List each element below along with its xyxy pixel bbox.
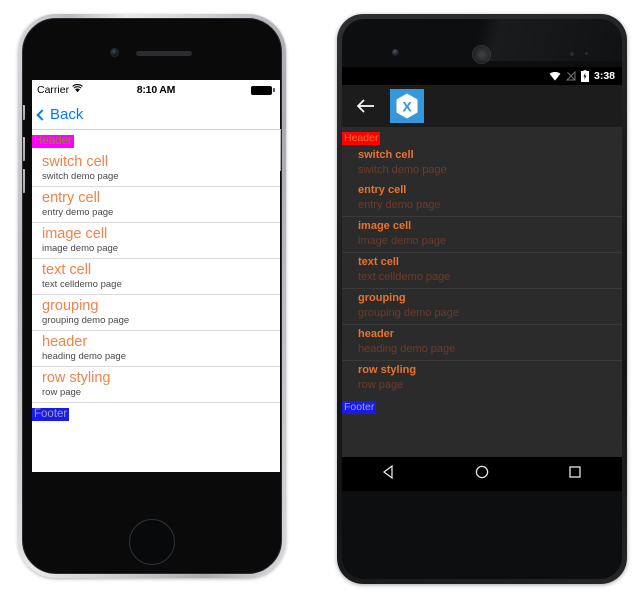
battery-full-icon [251,85,275,95]
row-title: grouping [358,292,406,304]
row-title: image cell [358,220,412,232]
nav-home-circle-svg [475,465,489,478]
row-title: switch cell [42,154,109,170]
row-subtitle: heading demo page [42,351,126,362]
row-title: entry cell [42,190,101,206]
android-section-header: Header [342,127,622,146]
row-subtitle: image demo page [358,235,447,247]
table-row[interactable]: entry cell entry demo page [342,181,622,216]
wifi-icon [549,71,561,81]
iphone-bezel: Carrier 8:10 AM Back Header switch cell … [22,18,282,574]
earpiece-speaker-icon [136,51,192,56]
android-section-footer-label: Footer [342,401,377,414]
row-subtitle: text celldemo page [358,271,451,283]
android-section-footer: Footer [342,396,622,415]
table-row[interactable]: grouping grouping demo page [32,295,280,331]
table-row[interactable]: grouping grouping demo page [342,288,622,324]
table-row[interactable]: header heading demo page [32,331,280,367]
row-subtitle: row page [358,379,404,391]
row-subtitle: switch demo page [42,171,119,182]
table-row[interactable]: text cell text celldemo page [342,252,622,288]
row-subtitle: heading demo page [358,343,456,355]
row-title: grouping [42,298,99,314]
android-list-view[interactable]: Header switch cell switch demo page entr… [342,127,622,491]
nav-recents-square-svg [569,465,581,478]
row-title: header [42,334,88,350]
front-camera-icon [392,49,399,56]
row-title: text cell [42,262,92,278]
row-subtitle: entry demo page [42,207,114,218]
xamarin-logo-svg: X [396,93,418,119]
table-row[interactable]: entry cell entry demo page [32,187,280,223]
battery-cap [273,88,275,92]
row-subtitle: switch demo page [358,164,447,176]
table-row[interactable]: row styling row page [32,367,280,403]
row-subtitle: row page [42,387,82,398]
table-row[interactable]: text cell text celldemo page [32,259,280,295]
row-title: row styling [42,370,111,386]
earpiece-speaker-icon [472,45,491,64]
battery-charging-icon-svg [580,70,589,82]
android-bezel: 3:38 X Header switch cell switch demo pa… [342,19,622,579]
signal-off-icon-svg [565,70,576,81]
row-title: text cell [358,256,399,268]
row-subtitle: grouping demo page [42,315,130,326]
ios-table-view[interactable]: Header switch cell switch demo page entr… [32,130,280,424]
android-clock: 3:38 [593,70,615,82]
nav-home-circle-icon[interactable] [474,464,490,485]
nav-back-triangle-svg [382,464,393,479]
back-button-label: Back [50,106,84,123]
row-title: row styling [358,364,417,376]
android-device-frame: 3:38 X Header switch cell switch demo pa… [337,14,627,584]
ios-section-footer: Footer [32,403,280,424]
ios-section-footer-label: Footer [32,408,70,421]
xamarin-logo-icon: X [390,89,424,123]
ios-navigation-bar: Back [32,100,280,130]
proximity-sensor-icon [570,52,574,56]
silent-switch[interactable] [23,105,25,120]
android-screen: 3:38 X Header switch cell switch demo pa… [342,67,622,491]
battery-body [251,85,272,95]
home-button[interactable] [129,519,175,565]
table-row[interactable]: header heading demo page [342,324,622,360]
chevron-left-icon [36,108,48,121]
android-navigation-bar [342,457,622,491]
back-button[interactable] [356,98,376,114]
volume-up-button[interactable] [23,137,25,161]
back-button[interactable]: Back [36,106,84,123]
table-row[interactable]: switch cell switch demo page [32,151,280,187]
light-sensor-icon [585,52,588,55]
signal-off-icon [565,70,576,81]
volume-down-button[interactable] [23,169,25,193]
row-subtitle: entry demo page [358,199,441,211]
table-row[interactable]: image cell image demo page [32,223,280,259]
ios-section-header: Header [32,130,280,151]
nav-recents-square-icon[interactable] [567,464,583,485]
ios-section-header-label: Header [32,135,74,148]
table-row[interactable]: switch cell switch demo page [342,146,622,181]
row-subtitle: text celldemo page [42,279,122,290]
iphone-screen: Carrier 8:10 AM Back Header switch cell … [32,80,280,472]
row-title: header [358,328,395,340]
ios-status-bar: Carrier 8:10 AM [32,80,280,100]
row-subtitle: grouping demo page [358,307,459,319]
arrow-left-icon [356,99,374,113]
wifi-icon-svg [549,71,561,81]
android-status-bar: 3:38 [342,67,622,85]
row-subtitle: image demo page [42,243,119,254]
nav-back-triangle-icon[interactable] [381,464,397,485]
row-title: switch cell [358,149,414,161]
row-title: image cell [42,226,108,242]
ios-clock: 8:10 AM [136,84,176,96]
android-section-header-label: Header [342,132,381,145]
iphone-device-frame: Carrier 8:10 AM Back Header switch cell … [18,14,286,578]
device-comparison-stage: Carrier 8:10 AM Back Header switch cell … [0,0,641,600]
android-action-bar: X [342,85,622,127]
front-camera-icon [110,48,119,57]
battery-charging-icon [580,70,589,82]
table-row[interactable]: image cell image demo page [342,216,622,252]
table-row[interactable]: row styling row page [342,360,622,396]
svg-text:X: X [402,99,412,115]
row-title: entry cell [358,184,407,196]
